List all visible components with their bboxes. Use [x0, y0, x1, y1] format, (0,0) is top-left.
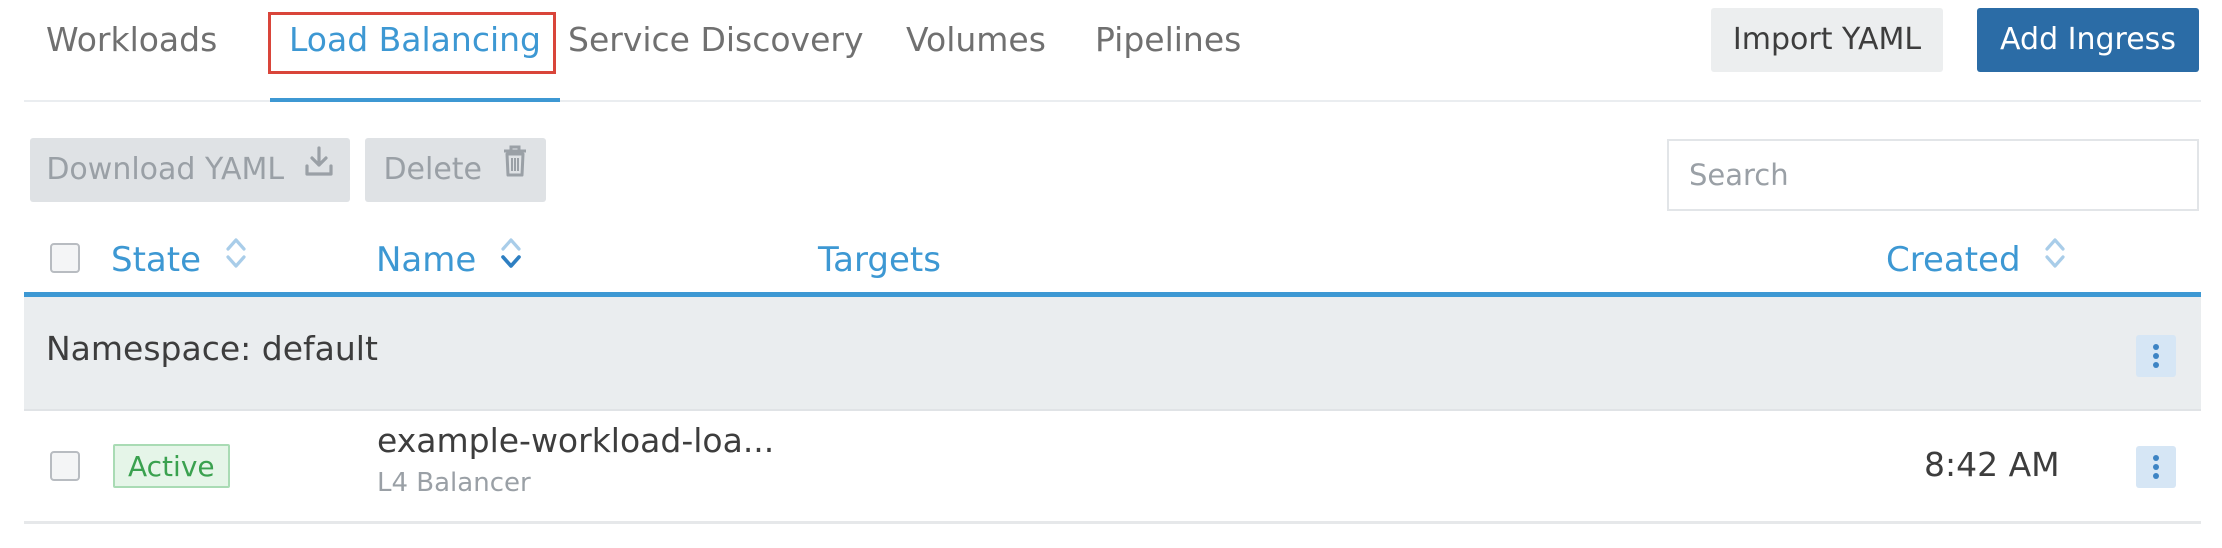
- tab-service-discovery[interactable]: Service Discovery: [568, 0, 864, 100]
- delete-label: Delete: [383, 152, 483, 187]
- active-tab-indicator: [270, 98, 560, 102]
- table-row[interactable]: Active example-workload-loa... L4 Balanc…: [24, 411, 2201, 524]
- tab-workloads[interactable]: Workloads: [46, 0, 217, 100]
- import-yaml-label: Import YAML: [1732, 22, 1922, 57]
- sort-icon: [2043, 235, 2067, 285]
- download-icon: [304, 136, 334, 200]
- focus-highlight: [268, 12, 556, 74]
- select-all-checkbox[interactable]: [50, 243, 80, 273]
- tab-label: Workloads: [46, 20, 218, 59]
- status-badge: Active: [113, 444, 230, 488]
- trash-icon: [502, 136, 528, 200]
- column-header-label: State: [111, 240, 201, 280]
- column-header-label: Created: [1886, 240, 2021, 280]
- tab-volumes[interactable]: Volumes: [906, 0, 1046, 100]
- kebab-menu-icon[interactable]: [2136, 335, 2176, 377]
- row-checkbox[interactable]: [50, 451, 80, 481]
- column-header-label: Name: [376, 240, 477, 280]
- import-yaml-button[interactable]: Import YAML: [1711, 8, 1943, 72]
- search-input[interactable]: [1667, 139, 2199, 211]
- tab-label: Pipelines: [1095, 20, 1242, 59]
- namespace-group-row: Namespace: default: [24, 297, 2201, 411]
- column-header-targets: Targets: [818, 235, 941, 285]
- tab-label: Service Discovery: [568, 20, 864, 59]
- column-header-name[interactable]: Name: [376, 235, 523, 285]
- tab-label: Volumes: [906, 20, 1046, 59]
- add-ingress-label: Add Ingress: [2000, 22, 2176, 57]
- column-header-state[interactable]: State: [111, 235, 248, 285]
- sort-icon: [499, 235, 523, 285]
- row-created-time: 8:42 AM: [1924, 445, 2060, 484]
- download-yaml-label: Download YAML: [46, 152, 285, 187]
- download-yaml-button[interactable]: Download YAML: [30, 138, 350, 202]
- add-ingress-button[interactable]: Add Ingress: [1977, 8, 2199, 72]
- column-header-label: Targets: [818, 240, 941, 280]
- row-name-link[interactable]: example-workload-loa...: [377, 421, 774, 460]
- column-header-created[interactable]: Created: [1886, 235, 2067, 285]
- tab-pipelines[interactable]: Pipelines: [1095, 0, 1241, 100]
- delete-button[interactable]: Delete: [365, 138, 546, 202]
- kebab-menu-icon[interactable]: [2136, 446, 2176, 488]
- sort-icon: [224, 235, 248, 285]
- row-type-label: L4 Balancer: [377, 468, 531, 498]
- namespace-label: Namespace: default: [46, 329, 378, 368]
